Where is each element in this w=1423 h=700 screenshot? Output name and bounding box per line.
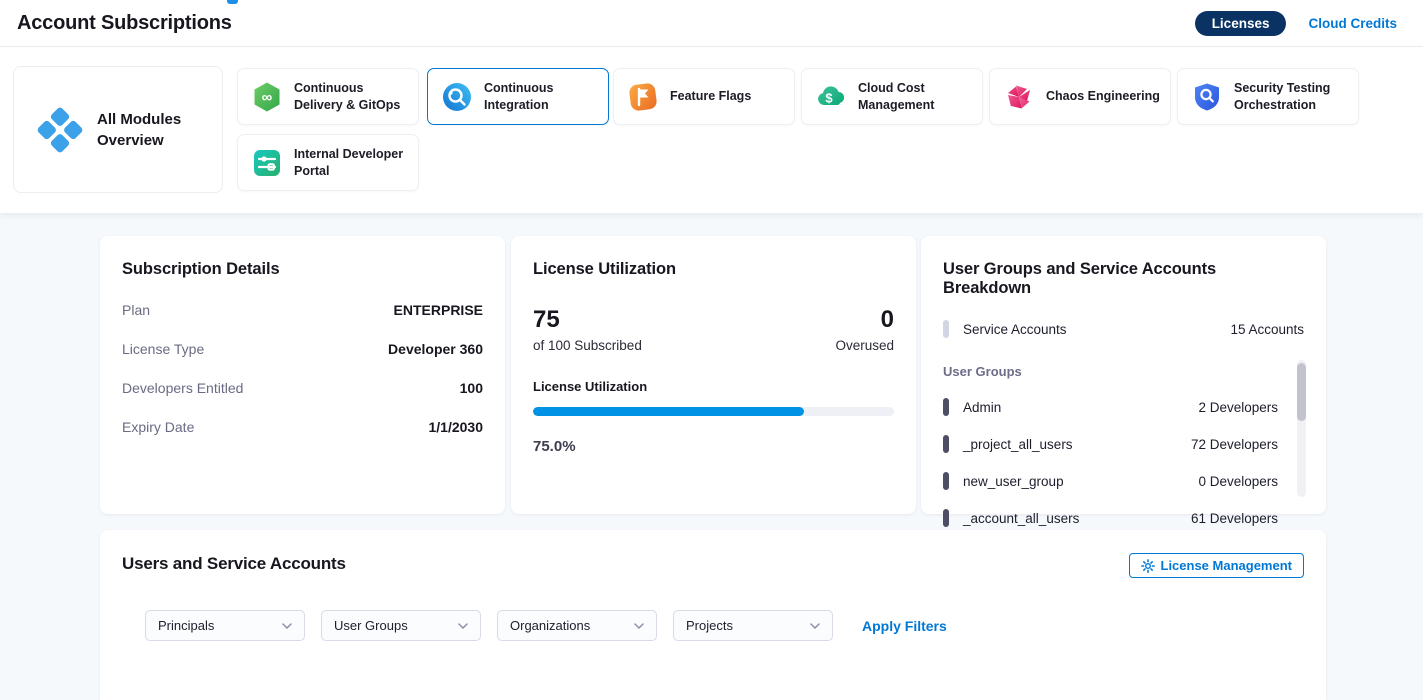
overused-count: 0 bbox=[835, 307, 894, 333]
organizations-dropdown[interactable]: Organizations bbox=[497, 610, 657, 641]
module-card-internal-developer-portal[interactable]: Internal Developer Portal bbox=[237, 134, 419, 191]
user-group-row: _account_all_users 61 Developers bbox=[943, 509, 1304, 527]
module-card-security-testing[interactable]: Security Testing Orchestration bbox=[1177, 68, 1359, 125]
user-groups-heading: User Groups bbox=[943, 364, 1304, 379]
gear-icon bbox=[1141, 559, 1155, 573]
license-utilization-card: License Utilization 75 of 100 Subscribed… bbox=[511, 236, 916, 514]
chevron-down-icon bbox=[810, 623, 820, 629]
breakdown-title: User Groups and Service Accounts Breakdo… bbox=[943, 260, 1304, 298]
cloud-credits-link[interactable]: Cloud Credits bbox=[1308, 16, 1397, 31]
module-card-label: Internal Developer Portal bbox=[294, 146, 410, 180]
service-accounts-marker bbox=[943, 320, 949, 338]
used-caption: of 100 Subscribed bbox=[533, 338, 642, 353]
licenses-button[interactable]: Licenses bbox=[1195, 11, 1287, 36]
clipped-nav-icon bbox=[227, 0, 238, 4]
continuous-integration-icon bbox=[441, 81, 473, 113]
breakdown-scrollbar-thumb[interactable] bbox=[1297, 363, 1306, 421]
license-utilization-fill bbox=[533, 407, 804, 416]
user-group-row: Admin 2 Developers bbox=[943, 398, 1304, 416]
user-group-row: new_user_group 0 Developers bbox=[943, 472, 1304, 490]
license-management-button[interactable]: License Management bbox=[1129, 553, 1305, 578]
module-card-label: Continuous Integration bbox=[484, 80, 600, 114]
user-group-marker bbox=[943, 435, 949, 453]
module-card-cloud-cost-management[interactable]: $ Cloud Cost Management bbox=[801, 68, 983, 125]
module-card-label: Continuous Delivery & GitOps bbox=[294, 80, 410, 114]
subscribed-stat: 75 of 100 Subscribed bbox=[533, 307, 642, 353]
license-utilization-title: License Utilization bbox=[533, 260, 894, 279]
subscription-details-title: Subscription Details bbox=[122, 260, 483, 279]
module-card-label: Feature Flags bbox=[670, 88, 751, 105]
subscription-row: Developers Entitled 100 bbox=[122, 380, 483, 396]
chevron-down-icon bbox=[458, 623, 468, 629]
license-utilization-bar bbox=[533, 407, 894, 416]
module-card-label: Chaos Engineering bbox=[1046, 88, 1160, 105]
top-bar: Account Subscriptions Licenses Cloud Cre… bbox=[0, 0, 1423, 47]
filters-row: Principals User Groups Organizations Pro… bbox=[145, 610, 947, 641]
utilization-bar-label: License Utilization bbox=[533, 379, 894, 394]
user-group-marker bbox=[943, 472, 949, 490]
user-group-row: _project_all_users 72 Developers bbox=[943, 435, 1304, 453]
svg-text:∞: ∞ bbox=[262, 89, 273, 106]
users-service-accounts-section: Users and Service Accounts License Manag… bbox=[100, 530, 1326, 700]
all-modules-overview-card[interactable]: All Modules Overview bbox=[13, 66, 223, 193]
feature-flags-icon bbox=[627, 81, 659, 113]
user-group-marker bbox=[943, 398, 949, 416]
all-modules-icon bbox=[37, 107, 83, 153]
module-card-feature-flags[interactable]: Feature Flags bbox=[613, 68, 795, 125]
subscription-row: License Type Developer 360 bbox=[122, 341, 483, 357]
used-count: 75 bbox=[533, 307, 642, 333]
utilization-percent: 75.0% bbox=[533, 438, 894, 455]
breakdown-scrollbar[interactable] bbox=[1297, 360, 1306, 497]
principals-dropdown[interactable]: Principals bbox=[145, 610, 305, 641]
cloud-cost-management-icon: $ bbox=[815, 81, 847, 113]
all-modules-overview-label: All Modules Overview bbox=[97, 109, 193, 151]
overused-caption: Overused bbox=[835, 338, 894, 353]
subscription-details-card: Subscription Details Plan ENTERPRISE Lic… bbox=[100, 236, 505, 514]
chaos-engineering-icon bbox=[1003, 81, 1035, 113]
chevron-down-icon bbox=[634, 623, 644, 629]
module-selector-band: All Modules Overview ∞ Continuous Delive… bbox=[0, 47, 1423, 213]
user-group-marker bbox=[943, 509, 949, 527]
breakdown-card: User Groups and Service Accounts Breakdo… bbox=[921, 236, 1326, 514]
service-accounts-row: Service Accounts 15 Accounts bbox=[943, 320, 1304, 338]
users-section-title: Users and Service Accounts bbox=[122, 554, 1304, 574]
internal-developer-portal-icon bbox=[251, 147, 283, 179]
module-card-label: Cloud Cost Management bbox=[858, 80, 974, 114]
svg-text:$: $ bbox=[825, 90, 833, 105]
subscription-row: Plan ENTERPRISE bbox=[122, 302, 483, 318]
module-card-chaos-engineering[interactable]: Chaos Engineering bbox=[989, 68, 1171, 125]
module-card-cd-gitops[interactable]: ∞ Continuous Delivery & GitOps bbox=[237, 68, 419, 125]
chevron-down-icon bbox=[282, 623, 292, 629]
header-actions: Licenses Cloud Credits bbox=[1195, 11, 1397, 36]
page-title: Account Subscriptions bbox=[17, 12, 232, 35]
user-groups-dropdown[interactable]: User Groups bbox=[321, 610, 481, 641]
subscription-row: Expiry Date 1/1/2030 bbox=[122, 419, 483, 435]
projects-dropdown[interactable]: Projects bbox=[673, 610, 833, 641]
security-testing-icon bbox=[1191, 81, 1223, 113]
overused-stat: 0 Overused bbox=[835, 307, 894, 353]
apply-filters-link[interactable]: Apply Filters bbox=[862, 618, 947, 634]
module-card-continuous-integration[interactable]: Continuous Integration bbox=[427, 68, 609, 125]
cd-gitops-icon: ∞ bbox=[251, 81, 283, 113]
module-card-label: Security Testing Orchestration bbox=[1234, 80, 1350, 114]
